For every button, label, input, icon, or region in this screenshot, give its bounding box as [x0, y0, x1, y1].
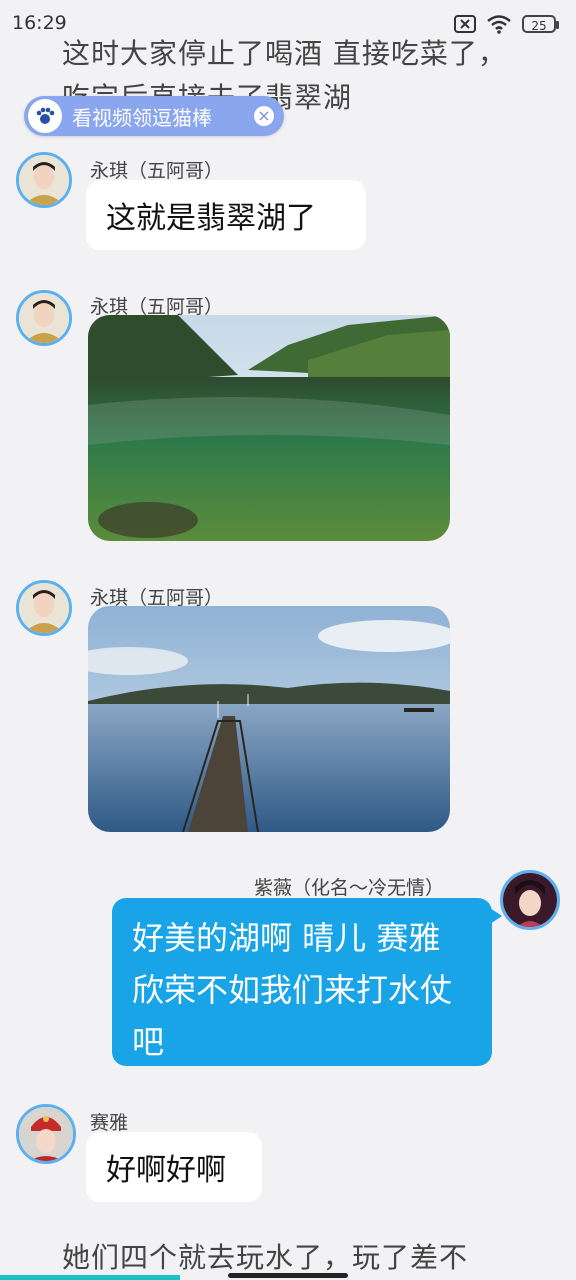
emerald-lake-photo[interactable] [88, 315, 450, 541]
sender-name: 永琪（五阿哥） [90, 160, 224, 182]
sender-name: 紫薇（化名～冷无情） [254, 877, 445, 899]
lake-pier-photo[interactable] [88, 606, 450, 832]
reading-progress-bar [0, 1275, 180, 1280]
battery-icon: 25 [522, 15, 559, 33]
avatar-ziwei[interactable] [500, 870, 560, 930]
promo-label: 看视频领逗猫棒 [72, 105, 212, 130]
message-bubble[interactable]: 这就是翡翠湖了 [86, 180, 366, 250]
message-text: 好美的湖啊 晴儿 赛雅 欣荣不如我们来打水仗吧 [132, 919, 453, 1061]
close-icon[interactable]: × [254, 106, 274, 126]
avatar-yongqi[interactable] [16, 152, 72, 208]
status-time: 16:29 [12, 12, 67, 34]
promo-button[interactable]: 看视频领逗猫棒 × [24, 96, 284, 136]
home-indicator[interactable] [228, 1273, 348, 1278]
message-text: 好啊好啊 [106, 1153, 226, 1188]
message-text: 这就是翡翠湖了 [106, 201, 316, 236]
avatar-yongqi[interactable] [16, 290, 72, 346]
status-icons: 25 [454, 14, 559, 34]
avatar-saiya[interactable] [16, 1104, 76, 1164]
avatar-yongqi[interactable] [16, 580, 72, 636]
paw-icon [28, 99, 62, 133]
message-bubble[interactable]: 好啊好啊 [86, 1132, 262, 1202]
sim-blocked-icon [454, 15, 476, 33]
sender-name: 赛雅 [90, 1112, 129, 1134]
wifi-icon [487, 15, 511, 34]
message-bubble[interactable]: 好美的湖啊 晴儿 赛雅 欣荣不如我们来打水仗吧 [112, 898, 502, 1066]
